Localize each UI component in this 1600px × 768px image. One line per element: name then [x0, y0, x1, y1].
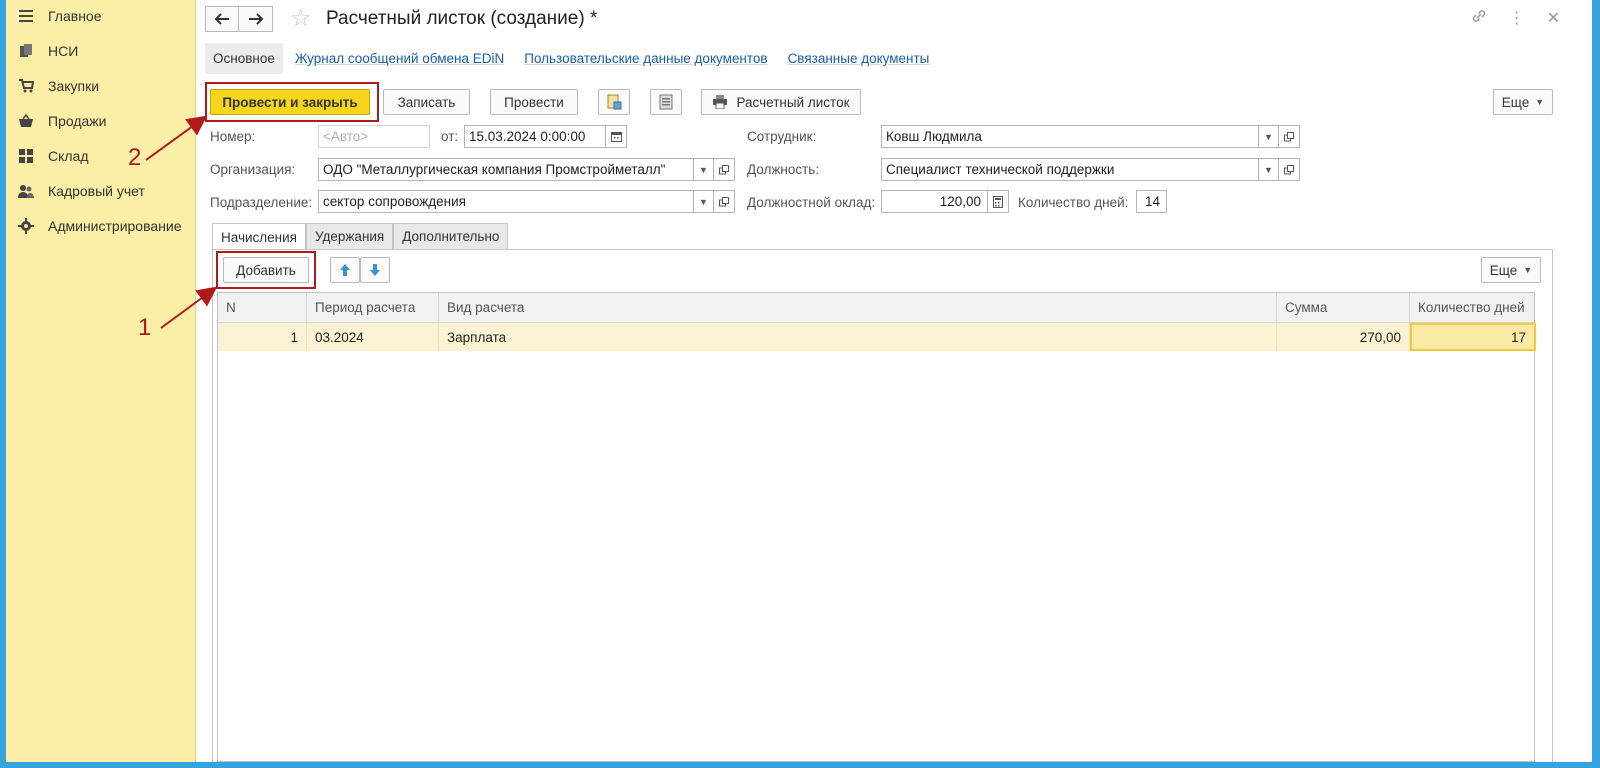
app-window: Главное НСИ Закупки Продажи Склад Кадров…	[6, 0, 1592, 762]
annotation-arrow-2	[145, 115, 208, 161]
annotation-number-2: 2	[128, 144, 142, 171]
annotation-number-1: 1	[138, 314, 152, 341]
annotation-arrow-1	[160, 286, 218, 329]
annotation-arrows	[145, 115, 218, 329]
